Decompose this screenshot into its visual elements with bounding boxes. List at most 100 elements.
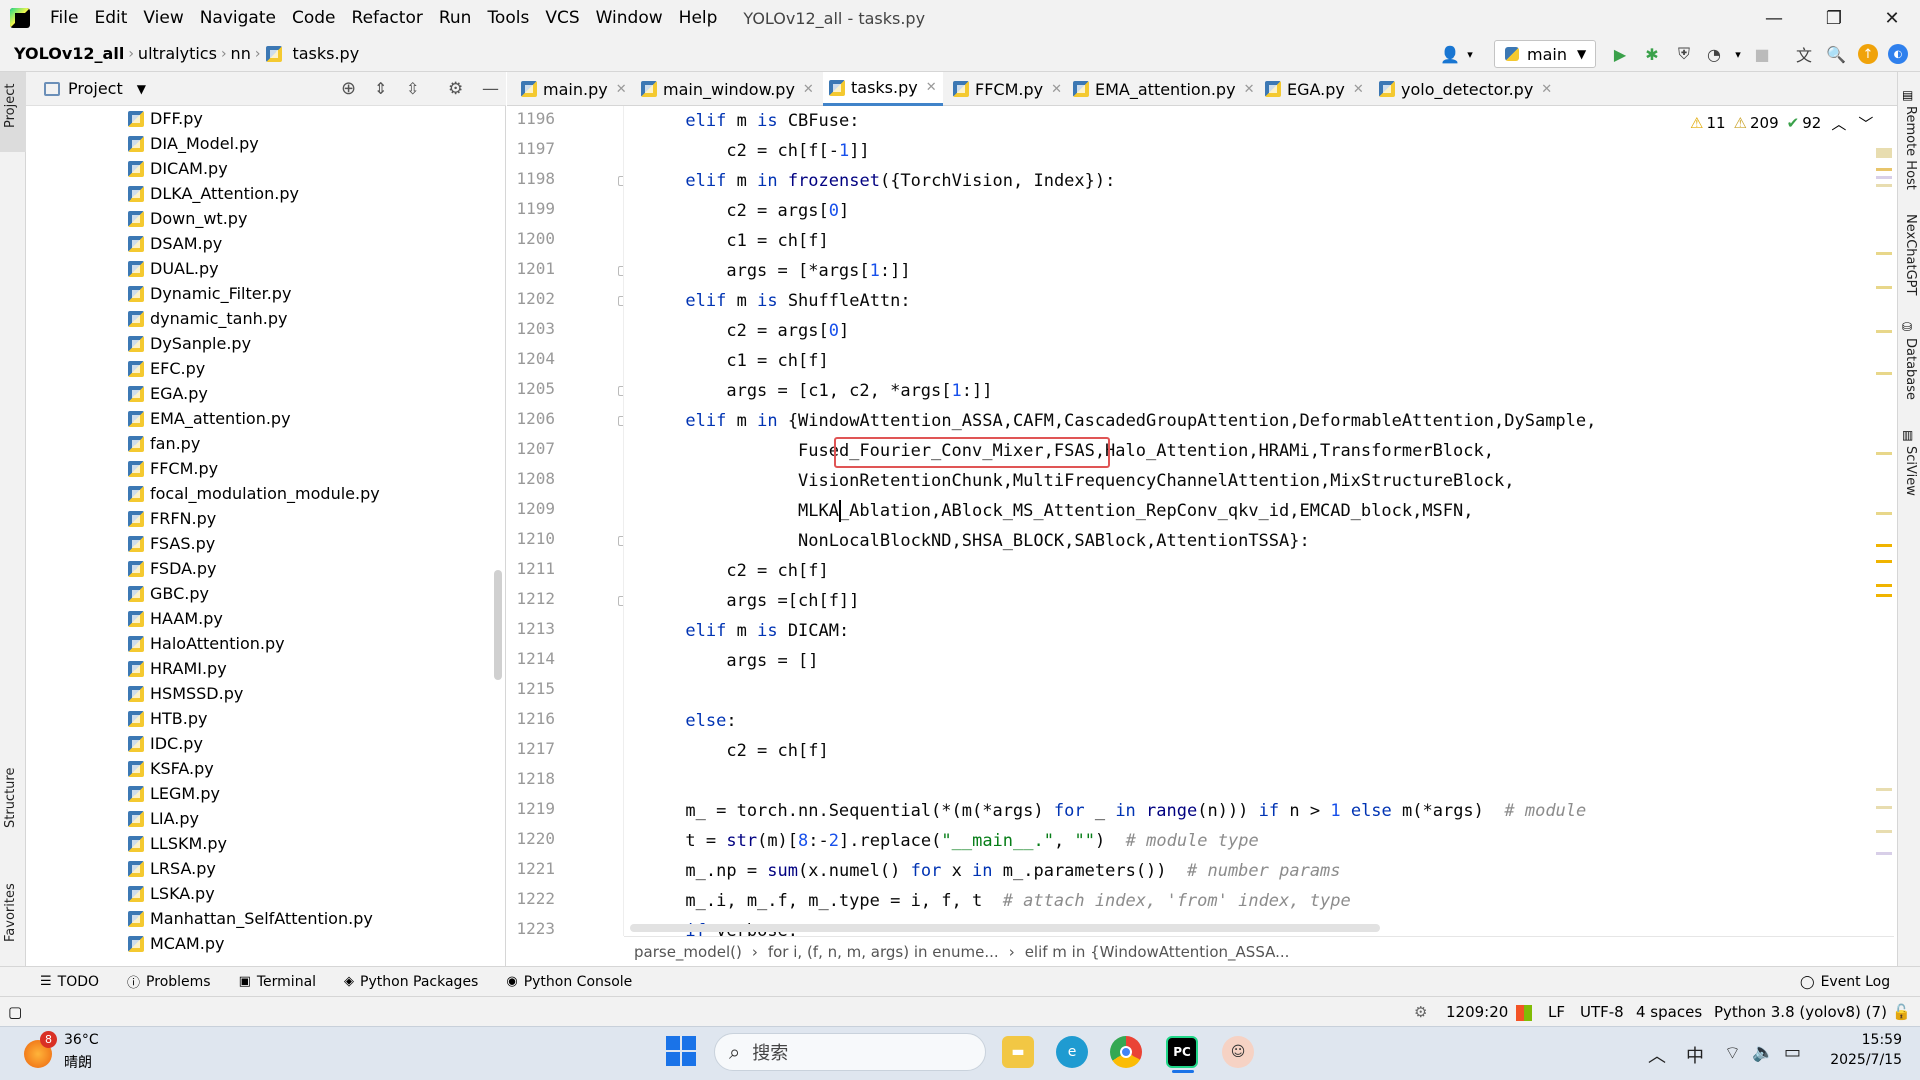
run-config-select[interactable]: main ▼ xyxy=(1494,40,1596,68)
stripe-marker[interactable] xyxy=(1876,806,1892,809)
tree-file[interactable]: FFCM.py xyxy=(128,456,218,481)
close-icon[interactable]: ✕ xyxy=(1541,82,1552,97)
stripe-marker[interactable] xyxy=(1876,852,1892,855)
previous-highlight-icon[interactable]: ︿ xyxy=(1831,113,1846,134)
stripe-marker[interactable] xyxy=(1876,594,1892,597)
menu-window[interactable]: Window xyxy=(588,0,671,36)
close-icon[interactable]: ✕ xyxy=(1051,82,1062,97)
structure-tool-tab[interactable]: Structure xyxy=(3,768,18,828)
weather-condition[interactable]: 晴朗 xyxy=(64,1052,92,1072)
run-icon[interactable]: ▶ xyxy=(1610,44,1630,64)
taskbar-search[interactable]: ⌕ 搜索 xyxy=(714,1033,986,1071)
clock-date[interactable]: 2025/7/15 xyxy=(1820,1052,1902,1068)
translate-icon[interactable]: 文 xyxy=(1794,44,1814,65)
update-icon[interactable]: ↑ xyxy=(1858,44,1878,64)
chevron-down-icon[interactable]: ▾ xyxy=(1460,44,1480,64)
crumb-elif[interactable]: elif m in {WindowAttention_ASSA... xyxy=(1015,943,1300,961)
stripe-marker[interactable] xyxy=(1876,176,1892,179)
close-icon[interactable]: ✕ xyxy=(1244,82,1255,97)
tree-file[interactable]: Manhattan_SelfAttention.py xyxy=(128,906,373,931)
project-panel-title[interactable]: Project xyxy=(68,79,123,98)
crumb-file[interactable]: tasks.py xyxy=(288,44,363,63)
tree-file[interactable]: dynamic_tanh.py xyxy=(128,306,287,331)
tree-file[interactable]: focal_modulation_module.py xyxy=(128,481,380,506)
gear-icon[interactable]: ⚙ xyxy=(1414,1003,1427,1021)
menu-code[interactable]: Code xyxy=(284,0,344,36)
problems-tab[interactable]: ⓘ Problems xyxy=(127,972,211,992)
battery-icon[interactable]: ▭ xyxy=(1784,1042,1801,1063)
stripe-marker[interactable] xyxy=(1876,830,1892,833)
expand-all-icon[interactable]: ⇕ xyxy=(374,79,387,98)
stripe-marker[interactable] xyxy=(1876,512,1892,515)
stripe-marker[interactable] xyxy=(1876,452,1892,455)
coverage-icon[interactable]: ⛨ xyxy=(1674,44,1694,64)
tree-file[interactable]: EFC.py xyxy=(128,356,205,381)
crumb-for-loop[interactable]: for i, (f, n, m, args) in enume... xyxy=(758,943,1009,961)
menu-vcs[interactable]: VCS xyxy=(537,0,587,36)
tree-file[interactable]: DFF.py xyxy=(128,106,203,131)
search-icon[interactable]: 🔍 xyxy=(1826,44,1846,64)
tree-file[interactable]: EGA.py xyxy=(128,381,208,406)
ime-indicator[interactable]: 中 xyxy=(1686,1042,1704,1068)
sciview-tool-tab[interactable]: SciView xyxy=(1903,446,1918,496)
profile-icon[interactable]: ◔ xyxy=(1704,44,1724,64)
stripe-marker[interactable] xyxy=(1876,252,1892,255)
toggle-tool-windows-icon[interactable]: ▢ xyxy=(8,1003,22,1021)
tree-file[interactable]: FSAS.py xyxy=(128,531,215,556)
tree-file[interactable]: HAAM.py xyxy=(128,606,223,631)
tree-file[interactable]: HRAMI.py xyxy=(128,656,227,681)
project-scrollbar[interactable] xyxy=(494,570,502,680)
crumb-parse-model[interactable]: parse_model() xyxy=(624,943,752,961)
lock-icon[interactable]: 🔓 xyxy=(1892,1003,1911,1021)
todo-tab[interactable]: ☰ TODO xyxy=(40,974,99,990)
close-icon[interactable]: ✕ xyxy=(616,82,627,97)
windows-start-icon[interactable] xyxy=(666,1036,696,1066)
chevron-down-icon[interactable]: ▼ xyxy=(137,82,146,96)
stripe-marker[interactable] xyxy=(1876,168,1892,171)
tree-file[interactable]: Dynamic_Filter.py xyxy=(128,281,291,306)
tree-file[interactable]: EMA_attention.py xyxy=(128,406,291,431)
pycharm-logo-icon[interactable] xyxy=(10,8,30,28)
stripe-marker[interactable] xyxy=(1876,560,1892,563)
tree-file[interactable]: DySanple.py xyxy=(128,331,251,356)
inspection-widget[interactable]: ⚠ 11 ⚠ 209 ✔ 92 ︿ ﹀ xyxy=(1690,112,1873,134)
stripe-marker[interactable] xyxy=(1876,584,1892,587)
chevron-up-icon[interactable]: ︿ xyxy=(1648,1042,1666,1068)
database-tool-tab[interactable]: Database xyxy=(1903,338,1918,400)
menu-run[interactable]: Run xyxy=(431,0,480,36)
close-icon[interactable]: ✕ xyxy=(926,80,937,95)
tree-file[interactable]: GBC.py xyxy=(128,581,209,606)
minimize-button[interactable]: — xyxy=(1746,0,1802,36)
tree-file[interactable]: LIA.py xyxy=(128,806,199,831)
tree-file[interactable]: DLKA_Attention.py xyxy=(128,181,299,206)
stripe-marker[interactable] xyxy=(1876,372,1892,375)
python-packages-tab[interactable]: ◈ Python Packages xyxy=(344,974,478,990)
code-editor[interactable]: elif m is CBFuse: c2 = ch[f[-1]] elif m … xyxy=(624,106,1894,936)
stripe-marker[interactable] xyxy=(1876,544,1892,547)
crumb-ultralytics[interactable]: ultralytics xyxy=(134,44,221,63)
edge-browser-icon[interactable]: e xyxy=(1056,1036,1088,1068)
tab-yolo-detector-py[interactable]: yolo_detector.py ✕ xyxy=(1379,72,1552,106)
user-icon[interactable]: 👤 xyxy=(1440,44,1460,64)
stripe-marker[interactable] xyxy=(1876,184,1892,187)
tree-file[interactable]: Down_wt.py xyxy=(128,206,247,231)
tree-file[interactable]: LSKA.py xyxy=(128,881,215,906)
hide-panel-icon[interactable]: — xyxy=(482,79,499,99)
menu-refactor[interactable]: Refactor xyxy=(344,0,431,36)
menu-file[interactable]: File xyxy=(42,0,86,36)
tree-file[interactable]: FRFN.py xyxy=(128,506,216,531)
tree-file[interactable]: MCAM.py xyxy=(128,931,224,956)
temperature[interactable]: 36°C xyxy=(64,1032,99,1048)
volume-icon[interactable]: 🔈 xyxy=(1752,1042,1774,1063)
tree-file[interactable]: DUAL.py xyxy=(128,256,219,281)
editor-horizontal-scrollbar[interactable] xyxy=(630,924,1380,932)
nexchatgpt-tool-tab[interactable]: NexChatGPT xyxy=(1903,214,1918,295)
tree-file[interactable]: DICAM.py xyxy=(128,156,228,181)
tree-file[interactable]: HTB.py xyxy=(128,706,208,731)
line-separator[interactable]: LF xyxy=(1548,1003,1565,1021)
stripe-marker[interactable] xyxy=(1876,788,1892,791)
terminal-tab[interactable]: ▣ Terminal xyxy=(239,974,316,990)
tree-file[interactable]: DIA_Model.py xyxy=(128,131,259,156)
menu-edit[interactable]: Edit xyxy=(86,0,135,36)
chrome-browser-icon[interactable] xyxy=(1110,1036,1142,1068)
